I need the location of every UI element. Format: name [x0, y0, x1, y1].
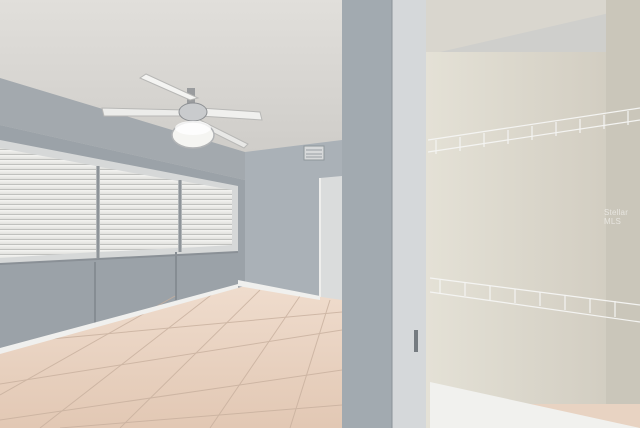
doorway — [320, 176, 342, 300]
window-blinds-icon — [100, 167, 178, 252]
room-scene — [0, 0, 640, 428]
divider-wall — [342, 0, 392, 428]
room-photo: Stellar MLS — [0, 0, 640, 428]
window-blinds-icon — [182, 181, 232, 248]
watermark: Stellar MLS — [604, 208, 629, 226]
wall-vent-icon — [303, 145, 325, 161]
window-blinds-icon — [0, 148, 96, 258]
divider-wall-edge — [392, 0, 426, 428]
